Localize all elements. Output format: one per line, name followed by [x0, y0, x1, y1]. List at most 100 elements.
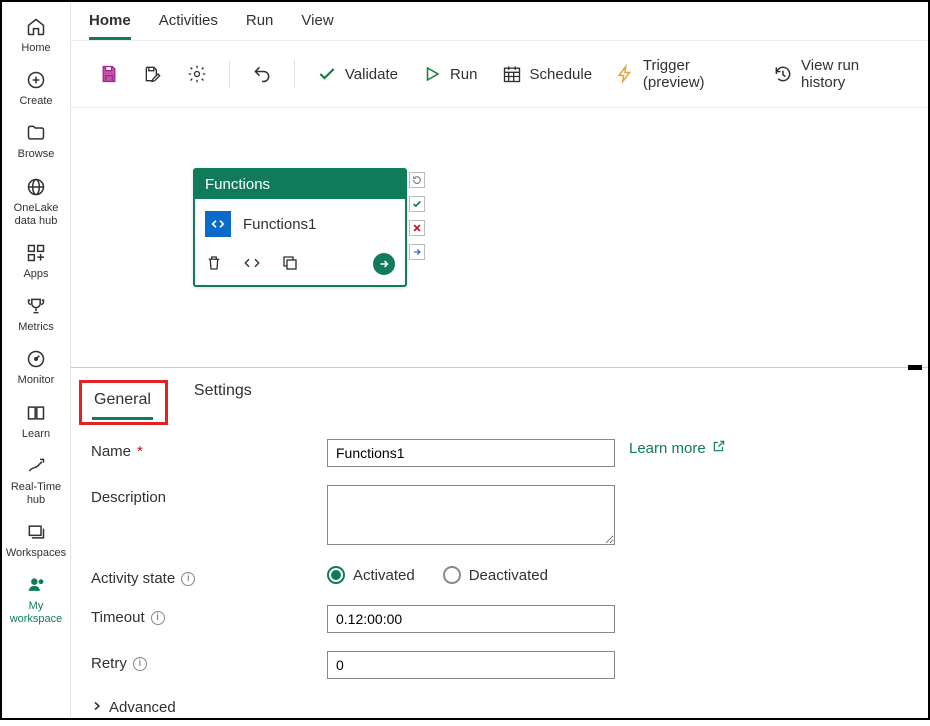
form-row-name: Name * Learn more	[91, 439, 910, 467]
person-workspace-icon	[25, 574, 47, 596]
nav-label: OneLake data hub	[6, 202, 66, 228]
save-as-button[interactable]	[133, 58, 173, 90]
info-icon[interactable]: i	[133, 657, 147, 671]
ribbon-tabs: Home Activities Run View	[71, 2, 928, 41]
nav-label: My workspace	[6, 600, 66, 626]
book-icon	[25, 402, 47, 424]
activity-card-functions[interactable]: Functions Functions1	[193, 168, 407, 287]
settings-button[interactable]	[177, 58, 217, 90]
nav-home[interactable]: Home	[6, 8, 66, 61]
code-view-icon[interactable]	[243, 254, 261, 275]
nav-label: Workspaces	[6, 547, 66, 560]
activity-card-header: Functions	[195, 170, 405, 199]
copy-icon[interactable]	[281, 254, 299, 275]
nav-browse[interactable]: Browse	[6, 114, 66, 167]
nav-label: Home	[21, 42, 50, 55]
chevron-right-icon	[91, 699, 103, 716]
apps-grid-icon	[25, 242, 47, 264]
toolbar-divider	[294, 60, 295, 88]
ribbon-tab-run[interactable]: Run	[246, 8, 274, 40]
run-activity-icon[interactable]	[373, 253, 395, 275]
calendar-icon	[502, 64, 522, 84]
ribbon-tab-view[interactable]: View	[301, 8, 333, 40]
nav-monitor[interactable]: Monitor	[6, 340, 66, 393]
radio-activated[interactable]: Activated	[327, 566, 415, 584]
check-icon	[317, 64, 337, 84]
activity-card-body: Functions1	[195, 199, 405, 247]
ribbon-tab-activities[interactable]: Activities	[159, 8, 218, 40]
nav-label: Learn	[22, 428, 50, 441]
nav-realtime[interactable]: Real-Time hub	[6, 447, 66, 513]
undo-icon	[252, 64, 272, 84]
globe-data-icon	[25, 176, 47, 198]
handle-skip-icon[interactable]	[409, 244, 425, 260]
folder-icon	[25, 122, 47, 144]
history-button[interactable]: View run history	[763, 51, 910, 97]
save-icon	[99, 64, 119, 84]
description-input[interactable]	[327, 485, 615, 545]
nav-workspaces[interactable]: Workspaces	[6, 513, 66, 566]
nav-metrics[interactable]: Metrics	[6, 287, 66, 340]
gauge-icon	[25, 348, 47, 370]
handle-fail-icon[interactable]	[409, 220, 425, 236]
property-tabs: General Settings	[71, 368, 928, 425]
pipeline-canvas[interactable]: Functions Functions1	[71, 108, 928, 368]
property-tab-settings[interactable]: Settings	[192, 378, 254, 425]
play-icon	[422, 64, 442, 84]
nav-learn[interactable]: Learn	[6, 394, 66, 447]
activity-state-label: Activity state i	[91, 566, 327, 587]
validate-button[interactable]: Validate	[307, 58, 408, 90]
info-icon[interactable]: i	[181, 572, 195, 586]
nav-label: Browse	[18, 148, 55, 161]
name-label: Name *	[91, 439, 327, 460]
nav-apps[interactable]: Apps	[6, 234, 66, 287]
trigger-button[interactable]: Trigger (preview)	[606, 51, 759, 97]
radio-dot-icon	[443, 566, 461, 584]
nav-label: Apps	[23, 268, 48, 281]
required-asterisk: *	[137, 443, 143, 460]
stack-icon	[25, 521, 47, 543]
delete-icon[interactable]	[205, 254, 223, 275]
activity-side-handles	[409, 172, 425, 260]
gear-icon	[187, 64, 207, 84]
highlight-box: General	[79, 380, 168, 425]
handle-success-icon[interactable]	[409, 196, 425, 212]
info-icon[interactable]: i	[151, 611, 165, 625]
history-icon	[773, 64, 793, 84]
run-label: Run	[450, 66, 478, 83]
save-pencil-icon	[143, 64, 163, 84]
nav-label: Create	[19, 95, 52, 108]
radio-dot-icon	[327, 566, 345, 584]
toolbar: Validate Run Schedule Trigger (preview) …	[71, 41, 928, 108]
ribbon-tab-home[interactable]: Home	[89, 8, 131, 40]
name-input[interactable]	[327, 439, 615, 467]
trigger-label: Trigger (preview)	[643, 57, 749, 91]
nav-onelake[interactable]: OneLake data hub	[6, 168, 66, 234]
trophy-icon	[25, 295, 47, 317]
property-tab-general[interactable]: General	[92, 387, 153, 420]
stream-icon	[25, 455, 47, 477]
undo-button[interactable]	[242, 58, 282, 90]
learn-more-link[interactable]: Learn more	[629, 439, 726, 457]
run-button[interactable]: Run	[412, 58, 488, 90]
toolbar-divider	[229, 60, 230, 88]
nav-create[interactable]: Create	[6, 61, 66, 114]
advanced-toggle[interactable]: Advanced	[91, 697, 910, 726]
timeout-input[interactable]	[327, 605, 615, 633]
retry-input[interactable]	[327, 651, 615, 679]
nav-my-workspace[interactable]: My workspace	[6, 566, 66, 632]
activity-name: Functions1	[243, 216, 316, 233]
validate-label: Validate	[345, 66, 398, 83]
form-row-activity-state: Activity state i Activated Deactivated	[91, 566, 910, 587]
handle-completion-icon[interactable]	[409, 172, 425, 188]
form-row-retry: Retry i	[91, 651, 910, 679]
nav-label: Monitor	[18, 374, 55, 387]
external-link-icon	[712, 439, 726, 457]
home-icon	[25, 16, 47, 38]
activity-card-footer	[195, 247, 405, 285]
schedule-button[interactable]: Schedule	[492, 58, 603, 90]
save-button[interactable]	[89, 58, 129, 90]
radio-deactivated[interactable]: Deactivated	[443, 566, 548, 584]
schedule-label: Schedule	[530, 66, 593, 83]
description-label: Description	[91, 485, 327, 506]
